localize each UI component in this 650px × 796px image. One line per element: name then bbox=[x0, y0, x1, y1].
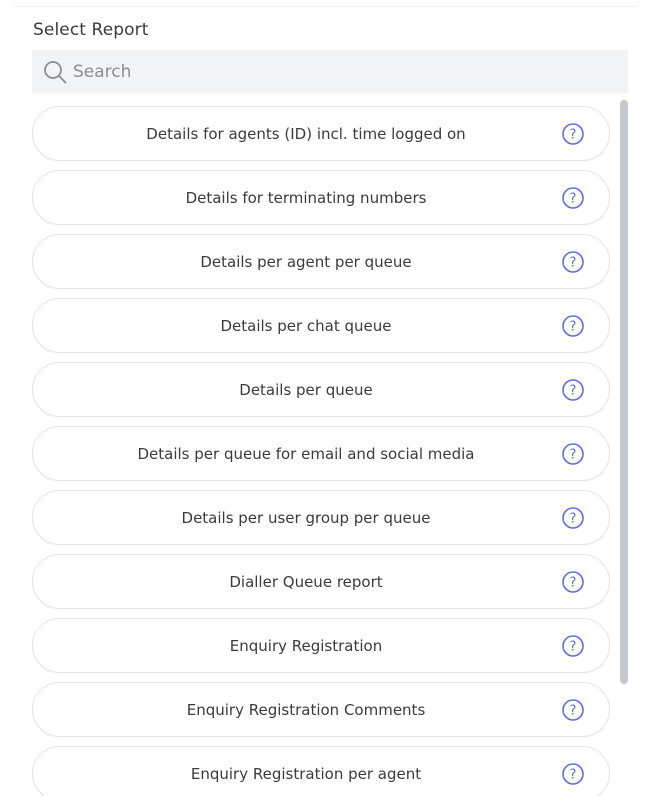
report-item-enquiry-registration-per-agent[interactable]: Enquiry Registration per agent ? bbox=[32, 746, 610, 796]
panel-title: Select Report bbox=[33, 20, 149, 40]
report-item-label: Details per queue for email and social m… bbox=[137, 444, 475, 463]
report-item-details-per-agent-per-queue[interactable]: Details per agent per queue ? bbox=[32, 234, 610, 289]
report-item-label: Enquiry Registration per agent bbox=[190, 764, 422, 783]
svg-text:?: ? bbox=[570, 128, 577, 143]
svg-text:?: ? bbox=[570, 256, 577, 271]
svg-text:?: ? bbox=[570, 320, 577, 335]
question-circle-icon[interactable]: ? bbox=[561, 314, 585, 338]
svg-text:?: ? bbox=[570, 768, 577, 783]
report-item-enquiry-registration[interactable]: Enquiry Registration ? bbox=[32, 618, 610, 673]
question-circle-icon[interactable]: ? bbox=[561, 378, 585, 402]
report-item-details-per-chat-queue[interactable]: Details per chat queue ? bbox=[32, 298, 610, 353]
report-item-details-per-user-group-per-queue[interactable]: Details per user group per queue ? bbox=[32, 490, 610, 545]
panel-top-divider bbox=[14, 6, 636, 7]
svg-text:?: ? bbox=[570, 192, 577, 207]
report-item-label: Details per agent per queue bbox=[200, 252, 412, 271]
question-circle-icon[interactable]: ? bbox=[561, 762, 585, 786]
report-item-label: Enquiry Registration bbox=[229, 636, 383, 655]
question-circle-icon[interactable]: ? bbox=[561, 634, 585, 658]
report-item-label: Details per chat queue bbox=[220, 316, 392, 335]
report-item-label: Details for agents (ID) incl. time logge… bbox=[146, 124, 466, 143]
svg-text:?: ? bbox=[570, 640, 577, 655]
svg-text:?: ? bbox=[570, 384, 577, 399]
question-circle-icon[interactable]: ? bbox=[561, 506, 585, 530]
search-input[interactable] bbox=[73, 61, 593, 82]
report-item-label: Dialler Queue report bbox=[229, 572, 383, 591]
report-item-label: Enquiry Registration Comments bbox=[186, 700, 426, 719]
question-circle-icon[interactable]: ? bbox=[561, 122, 585, 146]
question-circle-icon[interactable]: ? bbox=[561, 442, 585, 466]
svg-text:?: ? bbox=[570, 704, 577, 719]
svg-text:?: ? bbox=[570, 576, 577, 591]
svg-text:?: ? bbox=[570, 512, 577, 527]
svg-text:?: ? bbox=[570, 448, 577, 463]
report-item-label: Details per queue bbox=[239, 380, 373, 399]
question-circle-icon[interactable]: ? bbox=[561, 186, 585, 210]
search-box[interactable] bbox=[32, 50, 628, 93]
report-item-details-for-terminating-numbers[interactable]: Details for terminating numbers ? bbox=[32, 170, 610, 225]
report-item-enquiry-registration-comments[interactable]: Enquiry Registration Comments ? bbox=[32, 682, 610, 737]
report-item-details-for-agents[interactable]: Details for agents (ID) incl. time logge… bbox=[32, 106, 610, 161]
report-item-details-per-queue[interactable]: Details per queue ? bbox=[32, 362, 610, 417]
question-circle-icon[interactable]: ? bbox=[561, 570, 585, 594]
report-item-dialler-queue-report[interactable]: Dialler Queue report ? bbox=[32, 554, 610, 609]
question-circle-icon[interactable]: ? bbox=[561, 698, 585, 722]
list-scrollbar[interactable] bbox=[620, 100, 628, 684]
report-item-label: Details per user group per queue bbox=[181, 508, 431, 527]
report-item-label: Details for terminating numbers bbox=[185, 188, 427, 207]
report-list[interactable]: Details for agents (ID) incl. time logge… bbox=[32, 106, 612, 796]
question-circle-icon[interactable]: ? bbox=[561, 250, 585, 274]
report-item-details-per-queue-email-social[interactable]: Details per queue for email and social m… bbox=[32, 426, 610, 481]
search-icon bbox=[40, 57, 70, 87]
